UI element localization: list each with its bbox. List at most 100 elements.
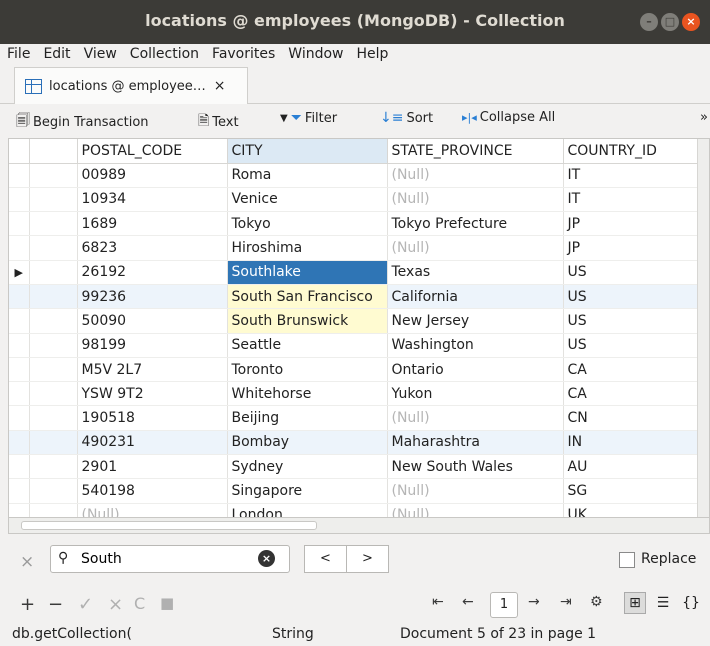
cell-state-province[interactable]: Washington — [387, 333, 564, 358]
horizontal-scrollbar[interactable] — [8, 518, 710, 534]
cell-state-province[interactable]: New South Wales — [387, 454, 564, 480]
menu-help[interactable]: Help — [357, 46, 389, 62]
cell-postal-code[interactable]: 00989 — [77, 163, 228, 188]
column-header-country-id[interactable]: COUNTRY_ID — [563, 139, 700, 164]
cell-city[interactable]: Singapore — [227, 478, 388, 504]
column-header-city[interactable]: CITY — [227, 139, 388, 164]
cell-city[interactable]: Sydney — [227, 454, 388, 480]
cell-city[interactable]: Venice — [227, 187, 388, 213]
cell-city[interactable]: Seattle — [227, 333, 388, 358]
grid-view-icon[interactable]: ⊞ — [624, 592, 646, 614]
table-row[interactable]: 490231 Bombay Maharashtra IN — [9, 430, 700, 456]
table-row[interactable]: 190518 Beijing (Null) CN — [9, 405, 700, 431]
close-find-icon[interactable]: × — [20, 552, 34, 572]
cell-postal-code[interactable]: M5V 2L7 — [77, 357, 228, 383]
cell-postal-code[interactable]: 6823 — [77, 235, 228, 261]
row-indicator[interactable] — [9, 163, 30, 188]
table-row[interactable]: 2901 Sydney New South Wales AU — [9, 454, 700, 480]
table-row[interactable]: 98199 Seattle Washington US — [9, 333, 700, 358]
cell-postal-code[interactable]: 2901 — [77, 454, 228, 480]
cell-country-id[interactable]: IT — [563, 187, 700, 213]
row-indicator[interactable] — [9, 211, 30, 237]
text-view-button[interactable]: 🗎 Text — [198, 110, 239, 134]
filter-button[interactable]: ▼ ⏷ Filter — [280, 110, 337, 126]
row-indicator[interactable] — [9, 308, 30, 334]
row-number-cell[interactable] — [29, 333, 78, 358]
first-page-icon[interactable]: ⇤ — [432, 594, 444, 610]
table-row[interactable]: (Null) London (Null) UK — [9, 503, 700, 517]
table-row[interactable]: 1689 Tokyo Tokyo Prefecture JP — [9, 211, 700, 237]
maximize-button[interactable]: □ — [661, 13, 679, 31]
row-indicator[interactable] — [9, 284, 30, 310]
cell-postal-code[interactable]: YSW 9T2 — [77, 381, 228, 407]
form-view-icon[interactable]: ☰ — [652, 592, 674, 614]
cell-state-province[interactable]: (Null) — [387, 478, 564, 504]
cell-country-id[interactable]: JP — [563, 211, 700, 237]
toolbar-overflow-button[interactable]: » — [700, 110, 708, 125]
column-header-state-province[interactable]: STATE_PROVINCE — [387, 139, 564, 164]
table-row[interactable]: M5V 2L7 Toronto Ontario CA — [9, 357, 700, 383]
row-number-cell[interactable] — [29, 357, 78, 383]
row-indicator[interactable] — [9, 405, 30, 431]
table-row[interactable]: 6823 Hiroshima (Null) JP — [9, 235, 700, 261]
row-number-cell[interactable] — [29, 211, 78, 237]
cell-country-id[interactable]: SG — [563, 478, 700, 504]
settings-gear-icon[interactable]: ⚙ — [590, 594, 603, 610]
cell-country-id[interactable]: US — [563, 333, 700, 358]
row-number-cell[interactable] — [29, 503, 78, 517]
row-indicator[interactable] — [9, 333, 30, 358]
menu-collection[interactable]: Collection — [130, 46, 199, 62]
json-view-icon[interactable]: {} — [680, 592, 702, 614]
row-indicator[interactable] — [9, 430, 30, 456]
row-indicator[interactable] — [9, 357, 30, 383]
cell-postal-code[interactable]: 99236 — [77, 284, 228, 310]
cell-country-id[interactable]: US — [563, 308, 700, 334]
last-page-icon[interactable]: ⇥ — [560, 594, 572, 610]
cell-city[interactable]: Bombay — [227, 430, 388, 456]
row-number-cell[interactable] — [29, 430, 78, 456]
cell-state-province[interactable]: Tokyo Prefecture — [387, 211, 564, 237]
cell-state-province[interactable]: (Null) — [387, 235, 564, 261]
cell-city[interactable]: Tokyo — [227, 211, 388, 237]
row-number-cell[interactable] — [29, 163, 78, 188]
row-number-cell[interactable] — [29, 284, 78, 310]
row-number-cell[interactable] — [29, 405, 78, 431]
cell-postal-code[interactable]: 190518 — [77, 405, 228, 431]
cell-city[interactable]: Toronto — [227, 357, 388, 383]
cell-state-province[interactable]: Ontario — [387, 357, 564, 383]
row-number-cell[interactable] — [29, 260, 78, 285]
cell-country-id[interactable]: IN — [563, 430, 700, 456]
cell-state-province[interactable]: (Null) — [387, 163, 564, 188]
row-number-cell[interactable] — [29, 454, 78, 480]
add-record-icon[interactable]: + — [20, 594, 35, 615]
table-row[interactable]: 00989 Roma (Null) IT — [9, 163, 700, 188]
table-row[interactable]: 540198 Singapore (Null) SG — [9, 478, 700, 504]
clear-search-icon[interactable]: × — [258, 550, 275, 567]
row-indicator[interactable] — [9, 187, 30, 213]
cell-city[interactable]: Roma — [227, 163, 388, 188]
cell-city[interactable]: London — [227, 503, 388, 517]
cell-country-id[interactable]: CN — [563, 405, 700, 431]
cell-state-province[interactable]: (Null) — [387, 405, 564, 431]
row-indicator[interactable] — [9, 235, 30, 261]
close-window-button[interactable]: × — [682, 13, 700, 31]
table-row[interactable]: 10934 Venice (Null) IT — [9, 187, 700, 213]
menu-edit[interactable]: Edit — [43, 46, 70, 62]
table-row[interactable]: 99236 South San Francisco California US — [9, 284, 700, 310]
cell-country-id[interactable]: CA — [563, 381, 700, 407]
cell-city[interactable]: Whitehorse — [227, 381, 388, 407]
cell-postal-code[interactable]: 50090 — [77, 308, 228, 334]
cell-country-id[interactable]: CA — [563, 357, 700, 383]
cell-state-province[interactable]: New Jersey — [387, 308, 564, 334]
search-input[interactable] — [50, 545, 290, 573]
current-row-indicator-icon[interactable]: ▶ — [9, 260, 30, 285]
cell-postal-code[interactable]: 1689 — [77, 211, 228, 237]
table-row[interactable]: ▶ 26192 Southlake Texas US — [9, 260, 700, 285]
row-indicator[interactable] — [9, 454, 30, 480]
collapse-all-button[interactable]: ▸|◂ Collapse All — [462, 110, 555, 125]
page-number-input[interactable]: 1 — [490, 592, 518, 618]
cell-state-province[interactable]: Texas — [387, 260, 564, 285]
menu-file[interactable]: File — [7, 46, 30, 62]
refresh-icon[interactable]: C — [134, 594, 145, 613]
tab-close-icon[interactable]: × — [214, 78, 226, 94]
